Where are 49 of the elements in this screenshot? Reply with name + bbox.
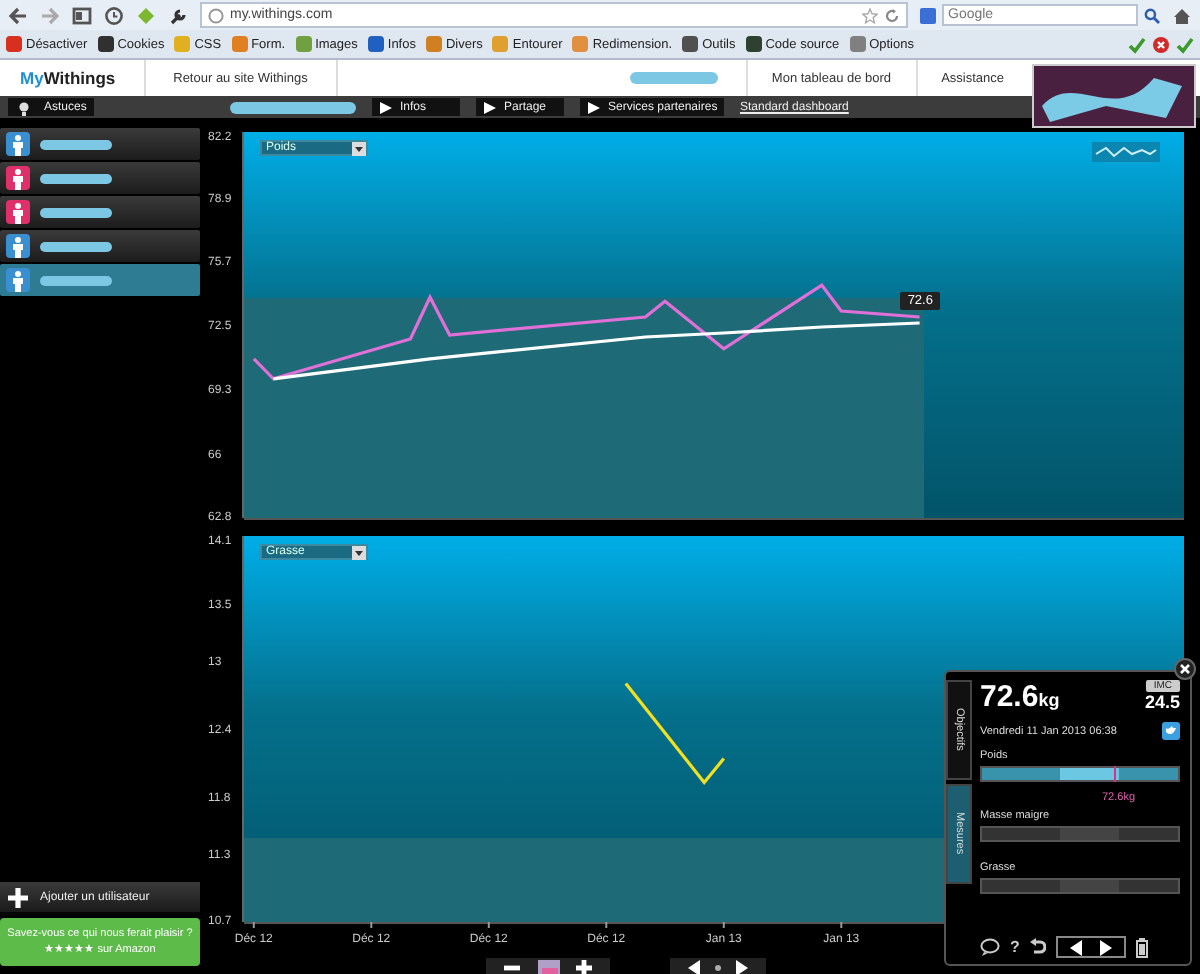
next-icon[interactable] (734, 960, 750, 974)
speech-bubble-icon[interactable] (980, 938, 1000, 956)
play-icon (588, 101, 600, 113)
blurred-name (40, 207, 112, 217)
blurred-name (40, 275, 112, 285)
user-item[interactable] (0, 128, 200, 160)
wrench-icon[interactable] (168, 5, 188, 25)
blurred-name (40, 173, 112, 183)
play-icon (380, 101, 392, 113)
next-icon[interactable] (1097, 939, 1114, 955)
search-icon[interactable] (1144, 7, 1160, 23)
user-item[interactable] (0, 196, 200, 228)
home-icon[interactable] (1172, 5, 1192, 25)
google-icon (920, 7, 936, 23)
calendar-icon[interactable] (534, 958, 562, 974)
line-chart-icon[interactable] (1092, 142, 1160, 162)
logo[interactable]: MyWithings (0, 68, 144, 88)
weight-value: 72.6kg (980, 680, 1060, 716)
data-line (624, 682, 726, 785)
plus-icon[interactable] (574, 958, 594, 974)
blurred-name (230, 101, 356, 113)
play-icon (484, 101, 496, 113)
star-icon[interactable] (862, 7, 878, 23)
undo-icon[interactable] (1029, 938, 1046, 956)
dropdown-arrow-icon (352, 141, 366, 155)
check-icon[interactable] (1128, 35, 1146, 53)
reload-icon[interactable] (884, 7, 900, 23)
dot-icon[interactable] (714, 964, 722, 972)
dropdown-arrow-icon (352, 545, 366, 559)
user-item[interactable] (0, 230, 200, 262)
help-button[interactable]: ? (1010, 938, 1020, 956)
bird-icon[interactable] (1162, 722, 1180, 740)
bmi-value: 24.5 (1144, 692, 1180, 712)
globe-icon (208, 7, 224, 23)
battery-icon[interactable] (1135, 937, 1148, 957)
close-icon[interactable] (1174, 658, 1196, 680)
window-icon[interactable] (72, 5, 92, 25)
plus-icon (8, 887, 28, 907)
back-arrow-icon[interactable] (8, 5, 28, 25)
blurred-name (629, 72, 718, 84)
previous-icon[interactable] (686, 960, 702, 974)
blurred-name (40, 241, 112, 251)
previous-icon[interactable] (1067, 939, 1084, 955)
cancel-icon[interactable] (1152, 35, 1170, 53)
blurred-name (40, 139, 112, 149)
user-item[interactable] (0, 162, 200, 194)
clock-icon[interactable] (104, 5, 124, 25)
check-icon[interactable] (1176, 35, 1194, 53)
bulb-icon (16, 99, 32, 115)
